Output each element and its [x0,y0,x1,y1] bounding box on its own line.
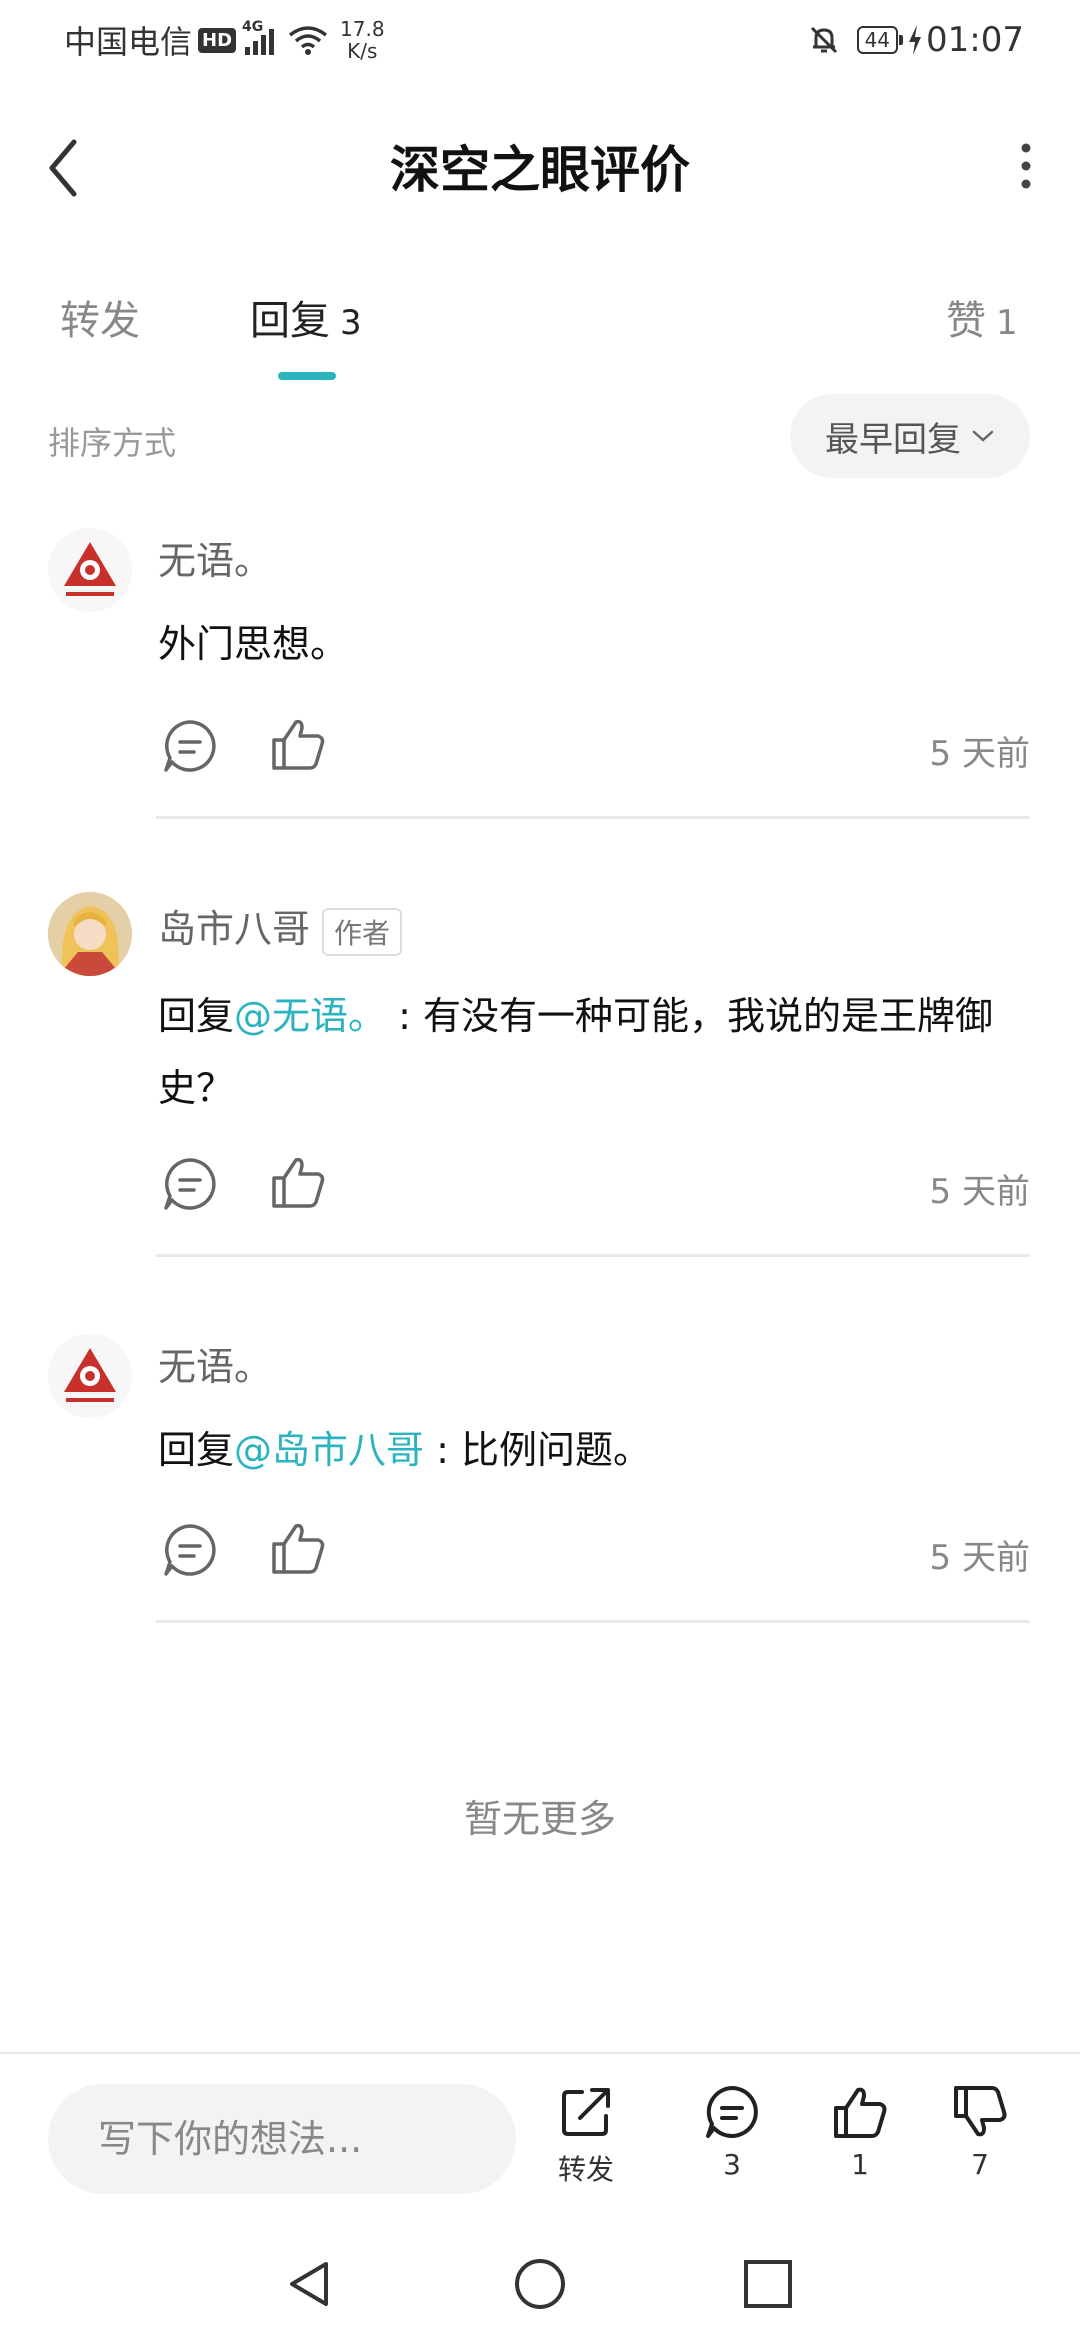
avatar[interactable] [48,892,132,976]
tab-likes[interactable]: 赞1 [946,288,1018,346]
hd-badge: HD [198,27,237,53]
tab-replies-count: 3 [340,303,362,343]
reply-icon[interactable] [160,1154,220,1214]
thumbs-down-icon [954,2086,1007,2137]
status-bar: 中国电信 HD 4G 17.8 K/s 44 01:07 [0,0,1080,80]
share-button[interactable]: 转发 [536,2082,636,2188]
mention-link[interactable]: @岛市八哥 [234,1428,424,1472]
signal-icon: 4G [242,19,275,55]
nav-recents-icon[interactable] [740,2256,796,2312]
like-button[interactable]: 1 [810,2082,910,2181]
reply-prefix: 回复 [158,1428,235,1472]
page-title: 深空之眼评价 [390,141,690,199]
chevron-down-icon [972,430,994,442]
sort-value: 最早回复 [825,419,961,460]
wifi-icon [288,26,328,55]
tab-replies[interactable]: 回复 3 [250,288,362,346]
bell-off-icon [810,26,837,54]
nav-back-icon[interactable] [282,2256,338,2312]
like-count: 1 [851,2148,869,2181]
battery-icon: 44 [856,26,904,54]
reply-icon[interactable] [160,1520,220,1580]
sort-dropdown[interactable]: 最早回复 [790,394,1030,478]
comment-time: 5 天前 [929,1172,1030,1212]
network-speed: 17.8 K/s [340,17,385,63]
clock: 01:07 [926,20,1024,60]
divider [156,1254,1030,1257]
divider [156,1620,1030,1623]
comment-text: 回复@岛市八哥 : 比例问题。 [158,1428,652,1472]
like-icon[interactable] [268,714,328,774]
charging-icon [909,25,922,55]
comment-username[interactable]: 无语。 [158,530,272,585]
reply-icon[interactable] [160,716,220,776]
avatar[interactable] [48,528,132,612]
thumbs-up-icon [834,2087,887,2138]
share-icon [562,2088,610,2136]
sort-label: 排序方式 [48,424,177,462]
like-icon[interactable] [268,1152,328,1212]
tab-likes-count: 1 [996,303,1018,343]
author-badge: 作者 [322,907,403,956]
comments-button[interactable]: 3 [682,2082,782,2181]
no-more-label: 暂无更多 [463,1797,616,1841]
reply-prefix: 回复 [158,994,235,1038]
mention-link[interactable]: @无语。 [234,994,386,1038]
comment-time: 5 天前 [929,734,1030,774]
app-header: 深空之眼评价 [0,100,1080,230]
comment-count: 3 [723,2148,741,2181]
dislike-button[interactable]: 7 [930,2082,1030,2181]
nav-home-icon[interactable] [512,2256,568,2312]
network-type: 4G [242,19,264,35]
system-nav-bar [0,2226,1080,2340]
avatar[interactable] [48,1334,132,1418]
comment-icon [706,2086,758,2138]
comment-text: 回复@无语。 : 有没有一种可能，我说的是王牌御史？ [158,994,994,1110]
share-label: 转发 [557,2153,614,2186]
comment-username[interactable]: 岛市八哥 作者 [158,898,403,956]
bottom-action-bar: 写下你的想法... 转发 3 1 7 [0,2052,1080,2226]
comment-text: 外门思想。 [158,622,349,666]
carrier-name: 中国电信 [64,23,193,61]
comment-input[interactable]: 写下你的想法... [48,2084,516,2194]
comment-time: 5 天前 [929,1538,1030,1578]
dislike-count: 7 [971,2148,989,2181]
divider [156,816,1030,819]
more-options-icon[interactable] [1018,140,1034,192]
comment-username[interactable]: 无语。 [158,1336,272,1391]
tab-bar: 转发 回复 3 赞1 [0,280,1080,390]
tab-share[interactable]: 转发 [60,288,140,346]
active-tab-indicator [278,372,336,380]
like-icon[interactable] [268,1518,328,1578]
